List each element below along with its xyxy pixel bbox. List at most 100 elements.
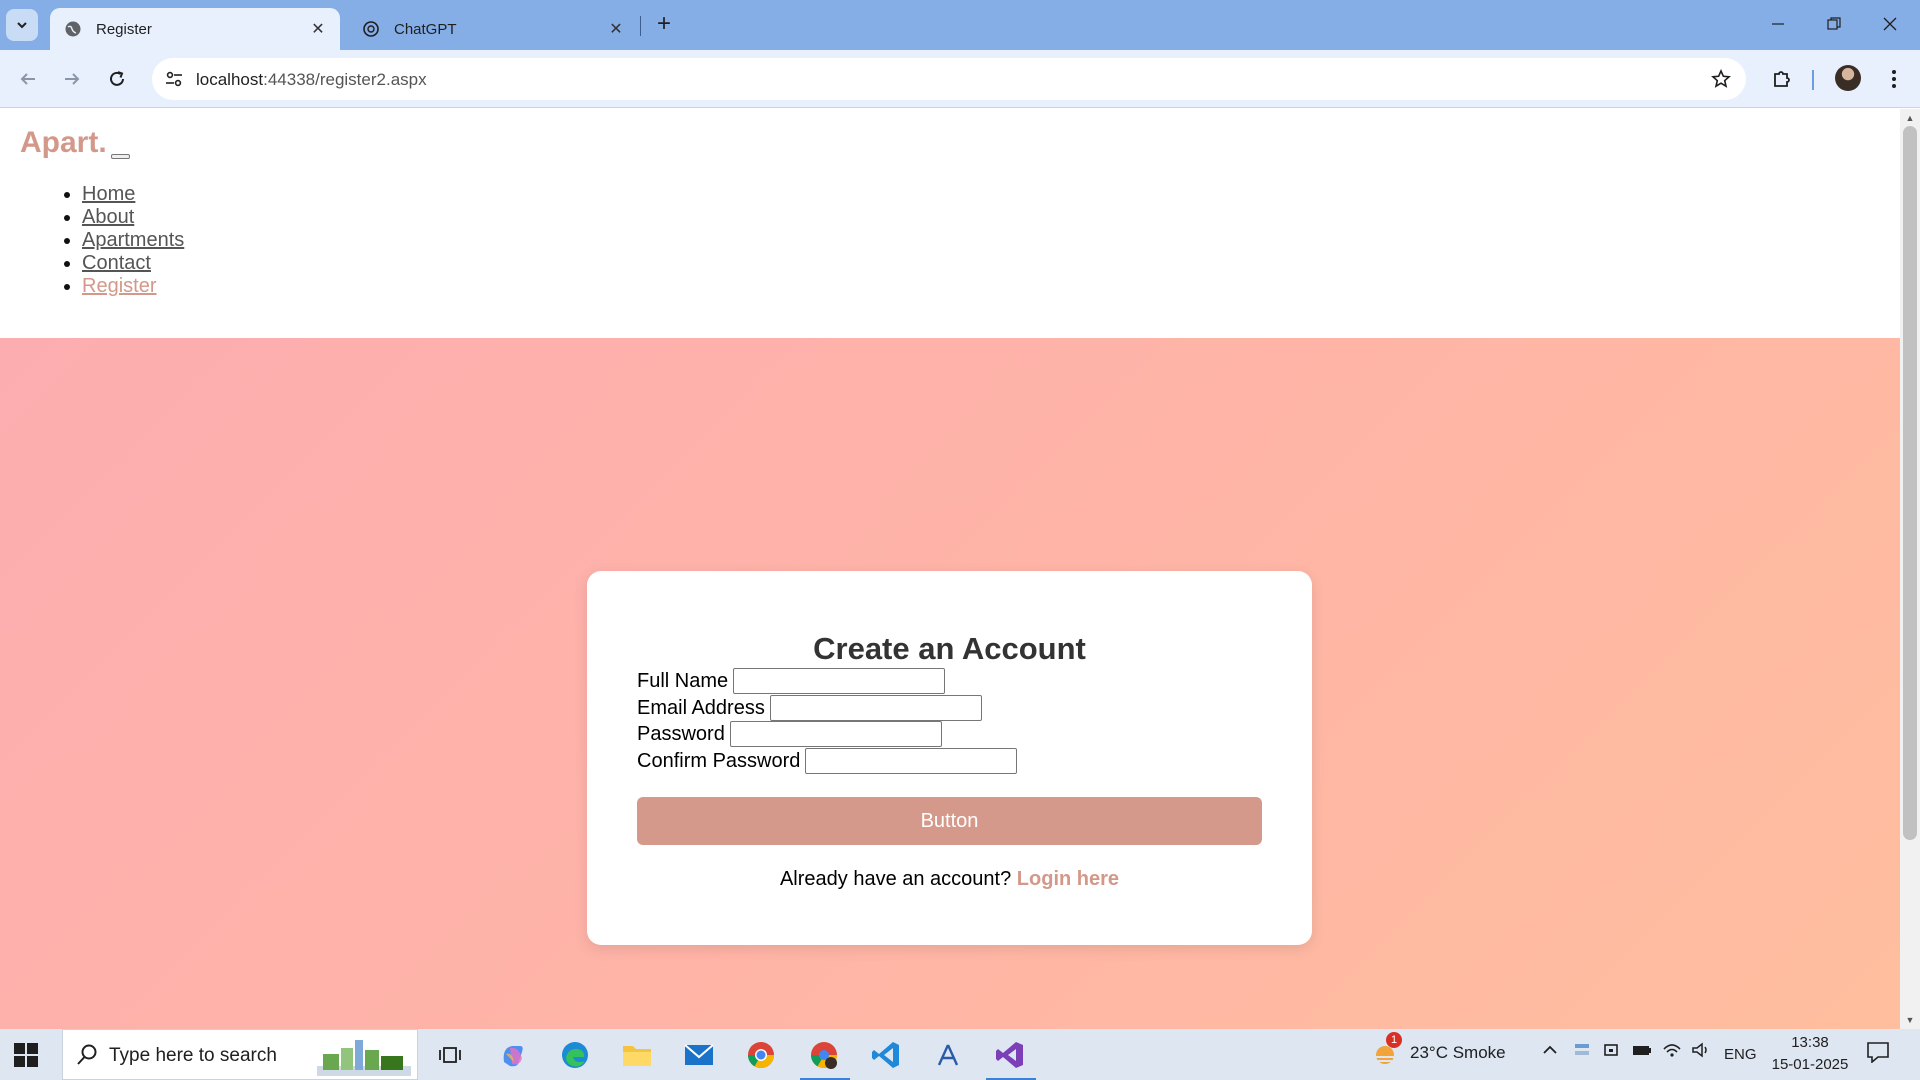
- login-prompt: Already have an account? Login here: [587, 868, 1312, 891]
- wifi-icon[interactable]: [1662, 1041, 1682, 1064]
- confirm-password-input[interactable]: [805, 748, 1018, 774]
- scroll-down-icon[interactable]: ▼: [1905, 1015, 1915, 1025]
- search-placeholder: Type here to search: [109, 1045, 277, 1066]
- arrow-right-icon: [65, 73, 80, 85]
- close-tab-icon[interactable]: ✕: [308, 19, 328, 39]
- password-row: Password: [637, 721, 942, 747]
- nav-link-contact[interactable]: Contact: [82, 252, 151, 274]
- nav-item-contact: Contact: [82, 252, 184, 275]
- tab-title: Register: [96, 20, 152, 38]
- register-submit-button[interactable]: Button: [637, 797, 1262, 845]
- openai-logo-icon: [362, 20, 380, 38]
- bookmark-star-icon[interactable]: [1710, 68, 1732, 90]
- network-tray-icon[interactable]: [1573, 1041, 1591, 1064]
- meet-now-icon[interactable]: [1603, 1041, 1621, 1064]
- chrome-profile-button[interactable]: [800, 1035, 850, 1080]
- minimize-icon: [1772, 23, 1784, 25]
- minimize-button[interactable]: [1756, 8, 1800, 40]
- login-link[interactable]: Login here: [1017, 868, 1119, 890]
- nav-link-register[interactable]: Register: [82, 275, 156, 297]
- task-view-icon: [439, 1047, 461, 1063]
- search-highlight-image: [317, 1040, 411, 1076]
- page-viewport: Apart. Home About Apartments Contact Reg…: [0, 109, 1900, 1029]
- restore-icon: [1827, 17, 1841, 30]
- mail-button[interactable]: [679, 1035, 719, 1075]
- volume-icon[interactable]: [1691, 1041, 1711, 1064]
- close-tab-icon[interactable]: ✕: [606, 19, 626, 39]
- full-name-row: Full Name: [637, 668, 946, 694]
- reload-button[interactable]: [101, 63, 133, 95]
- letter-a-app-icon: [937, 1044, 959, 1066]
- email-input[interactable]: [769, 695, 982, 721]
- nav-item-apartments: Apartments: [82, 229, 184, 252]
- kebab-menu-icon: [1892, 70, 1896, 88]
- puzzle-piece-icon: [1774, 71, 1790, 87]
- site-settings-icon[interactable]: [162, 67, 186, 91]
- file-explorer-button[interactable]: [617, 1035, 657, 1075]
- nav-link-home[interactable]: Home: [82, 183, 135, 205]
- confirm-password-label: Confirm Password: [637, 749, 801, 772]
- full-name-input[interactable]: [733, 668, 946, 694]
- nav-item-home: Home: [82, 183, 184, 206]
- extensions-button[interactable]: [1766, 63, 1798, 95]
- site-logo[interactable]: Apart.: [20, 126, 107, 160]
- tab-register[interactable]: Register ✕: [50, 8, 340, 50]
- app-store-button[interactable]: [928, 1035, 968, 1075]
- mail-icon: [684, 1044, 714, 1065]
- tab-title: ChatGPT: [394, 20, 457, 38]
- forward-button[interactable]: [56, 63, 88, 95]
- full-name-label: Full Name: [637, 669, 729, 692]
- tab-chatgpt[interactable]: ChatGPT ✕: [348, 8, 638, 50]
- close-window-button[interactable]: [1868, 8, 1912, 40]
- weather-badge: 1: [1386, 1032, 1402, 1048]
- register-card: Create an Account Full Name Email Addres…: [587, 571, 1312, 945]
- weather-text[interactable]: 23°C Smoke: [1410, 1043, 1506, 1063]
- chevron-down-icon: [17, 22, 27, 29]
- windows-start-icon[interactable]: [14, 1043, 38, 1067]
- visual-studio-button[interactable]: [986, 1035, 1036, 1080]
- language-indicator[interactable]: ENG: [1724, 1046, 1757, 1063]
- page-scrollbar[interactable]: ▲ ▼: [1900, 109, 1920, 1029]
- nav-item-about: About: [82, 206, 184, 229]
- browser-menu-button[interactable]: [1878, 63, 1910, 95]
- chrome-profile-icon: [810, 1042, 838, 1069]
- task-view-button[interactable]: [430, 1035, 470, 1075]
- form-heading: Create an Account: [813, 631, 1086, 666]
- new-tab-button[interactable]: +: [650, 10, 678, 38]
- back-button[interactable]: [12, 63, 44, 95]
- password-input[interactable]: [729, 721, 942, 747]
- navbar-toggler-button[interactable]: [111, 154, 130, 159]
- register-hero: Create an Account Full Name Email Addres…: [0, 338, 1900, 1029]
- taskbar-clock[interactable]: 13:38 15-01-2025: [1768, 1032, 1852, 1076]
- taskbar-search-box[interactable]: Type here to search: [62, 1029, 418, 1080]
- toolbar-separator: [1812, 70, 1814, 90]
- notifications-icon[interactable]: [1866, 1041, 1890, 1068]
- address-bar[interactable]: localhost:44338/register2.aspx: [152, 58, 1746, 100]
- edge-button[interactable]: [555, 1035, 595, 1075]
- clock-date: 15-01-2025: [1771, 1056, 1849, 1073]
- tab-search-button[interactable]: [6, 9, 38, 41]
- battery-icon[interactable]: [1632, 1041, 1652, 1064]
- nav-link-apartments[interactable]: Apartments: [82, 229, 184, 251]
- nav-item-register: Register: [82, 275, 184, 298]
- vscode-icon: [872, 1042, 899, 1068]
- nav-link-about[interactable]: About: [82, 206, 134, 228]
- password-label: Password: [637, 722, 725, 745]
- restore-button[interactable]: [1812, 8, 1856, 40]
- tab-separator: [640, 16, 641, 36]
- copilot-button[interactable]: [493, 1035, 533, 1075]
- search-icon: [77, 1044, 97, 1065]
- browser-toolbar: localhost:44338/register2.aspx: [0, 50, 1920, 108]
- url-text: localhost:44338/register2.aspx: [196, 70, 427, 90]
- email-label: Email Address: [637, 696, 765, 719]
- chrome-icon: [747, 1042, 775, 1069]
- scroll-up-icon[interactable]: ▲: [1905, 113, 1915, 123]
- scrollbar-thumb[interactable]: [1903, 126, 1917, 840]
- profile-avatar[interactable]: [1835, 65, 1861, 91]
- chrome-button[interactable]: [741, 1035, 781, 1075]
- folder-icon: [623, 1046, 651, 1066]
- edge-icon: [562, 1042, 588, 1068]
- main-nav: Home About Apartments Contact Register: [50, 183, 184, 298]
- vscode-button[interactable]: [866, 1035, 906, 1075]
- chevron-up-icon[interactable]: [1541, 1041, 1559, 1064]
